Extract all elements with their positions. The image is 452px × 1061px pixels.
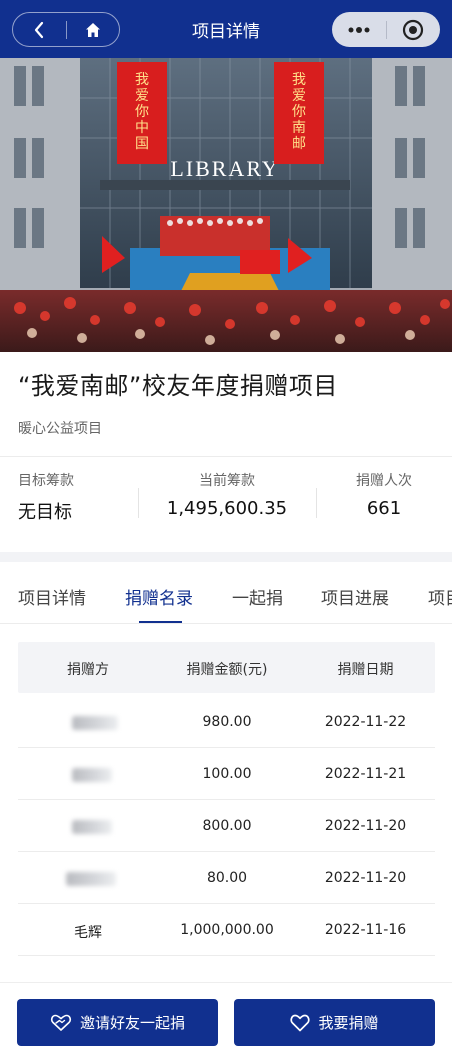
- invite-friends-label: 邀请好友一起捐: [79, 1014, 185, 1032]
- donation-amount: 800.00: [202, 818, 252, 834]
- mini-program-capsule: [332, 12, 440, 47]
- donation-date: 2022-11-20: [324, 818, 407, 834]
- donor-name: 毛辉: [74, 925, 102, 941]
- blurred-donor-name: [66, 872, 116, 886]
- divider: [0, 456, 452, 457]
- left-red-banner-text: 我爱你中国: [135, 72, 149, 152]
- project-title-section: “我爱南邮”校友年度捐赠项目 暖心公益项目: [0, 352, 452, 456]
- tab-donate-together[interactable]: 一起捐: [232, 584, 283, 609]
- table-row: 980.00 2022-11-22: [18, 696, 435, 748]
- donors-label: 捐赠人次: [356, 473, 412, 489]
- target-circle-icon: [403, 19, 424, 40]
- blurred-donor-name: [72, 768, 112, 782]
- target-stat: 目标筹款 无目标: [0, 470, 138, 550]
- current-stat: 当前筹款 1,495,600.35: [138, 470, 316, 550]
- right-red-banner-text: 我爱你南邮: [292, 72, 306, 152]
- table-row: 毛辉 1,000,000.00 2022-11-16: [18, 904, 435, 956]
- donate-label: 我要捐赠: [318, 1014, 379, 1032]
- project-title: “我爱南邮”校友年度捐赠项目: [18, 372, 338, 400]
- more-button[interactable]: [332, 12, 386, 47]
- donation-date: 2022-11-20: [324, 870, 407, 886]
- table-row: 100.00 2022-11-21: [18, 748, 435, 800]
- tab-donor-list[interactable]: 捐赠名录: [125, 584, 193, 609]
- column-header-amount: 捐赠金额(元): [186, 662, 268, 678]
- column-header-date: 捐赠日期: [337, 662, 394, 678]
- target-label: 目标筹款: [18, 473, 74, 489]
- close-button[interactable]: [386, 12, 440, 47]
- stat-divider: [316, 488, 317, 518]
- donors-value: 661: [366, 498, 402, 519]
- donation-date: 2022-11-16: [324, 922, 407, 938]
- donors-stat: 捐赠人次 661: [316, 470, 452, 550]
- handshake-heart-icon: [50, 1014, 72, 1032]
- tab-project-overflow[interactable]: 项目: [428, 584, 452, 609]
- tab-project-progress[interactable]: 项目进展: [321, 584, 389, 609]
- donate-button[interactable]: 我要捐赠: [234, 999, 435, 1046]
- invite-friends-button[interactable]: 邀请好友一起捐: [17, 999, 218, 1046]
- table-row: 800.00 2022-11-20: [18, 800, 435, 852]
- stat-divider: [138, 488, 139, 518]
- target-value: 无目标: [18, 502, 72, 523]
- heart-icon: [290, 1014, 311, 1032]
- donor-table-header: 捐赠方 捐赠金额(元) 捐赠日期: [18, 642, 435, 693]
- column-header-donor: 捐赠方: [67, 662, 109, 678]
- blurred-donor-name: [72, 820, 112, 834]
- project-category: 暖心公益项目: [18, 421, 102, 437]
- donation-amount: 980.00: [202, 714, 252, 730]
- donation-date: 2022-11-21: [324, 766, 407, 782]
- project-banner-image: LIBRARY 我爱你中国 我爱你南邮: [0, 58, 452, 352]
- section-gap: [0, 552, 452, 562]
- table-row: 80.00 2022-11-20: [18, 852, 435, 904]
- fundraising-stats: 目标筹款 无目标 当前筹款 1,495,600.35 捐赠人次 661: [0, 470, 452, 550]
- current-label: 当前筹款: [199, 473, 255, 489]
- donation-amount: 80.00: [206, 870, 248, 886]
- donation-amount: 1,000,000.00: [180, 922, 274, 938]
- donation-date: 2022-11-22: [324, 714, 407, 730]
- blurred-donor-name: [72, 716, 118, 730]
- bottom-action-bar: 邀请好友一起捐 我要捐赠: [0, 982, 452, 1061]
- donation-amount: 100.00: [202, 766, 252, 782]
- current-value: 1,495,600.35: [166, 498, 288, 519]
- active-tab-indicator: [139, 621, 182, 623]
- library-sign: LIBRARY: [170, 156, 279, 181]
- tab-bar: 项目详情 捐赠名录 一起捐 项目进展 项目: [0, 562, 452, 624]
- top-nav-bar: 项目详情: [0, 0, 452, 58]
- more-dots-icon: [348, 26, 370, 33]
- tab-project-details[interactable]: 项目详情: [18, 584, 86, 609]
